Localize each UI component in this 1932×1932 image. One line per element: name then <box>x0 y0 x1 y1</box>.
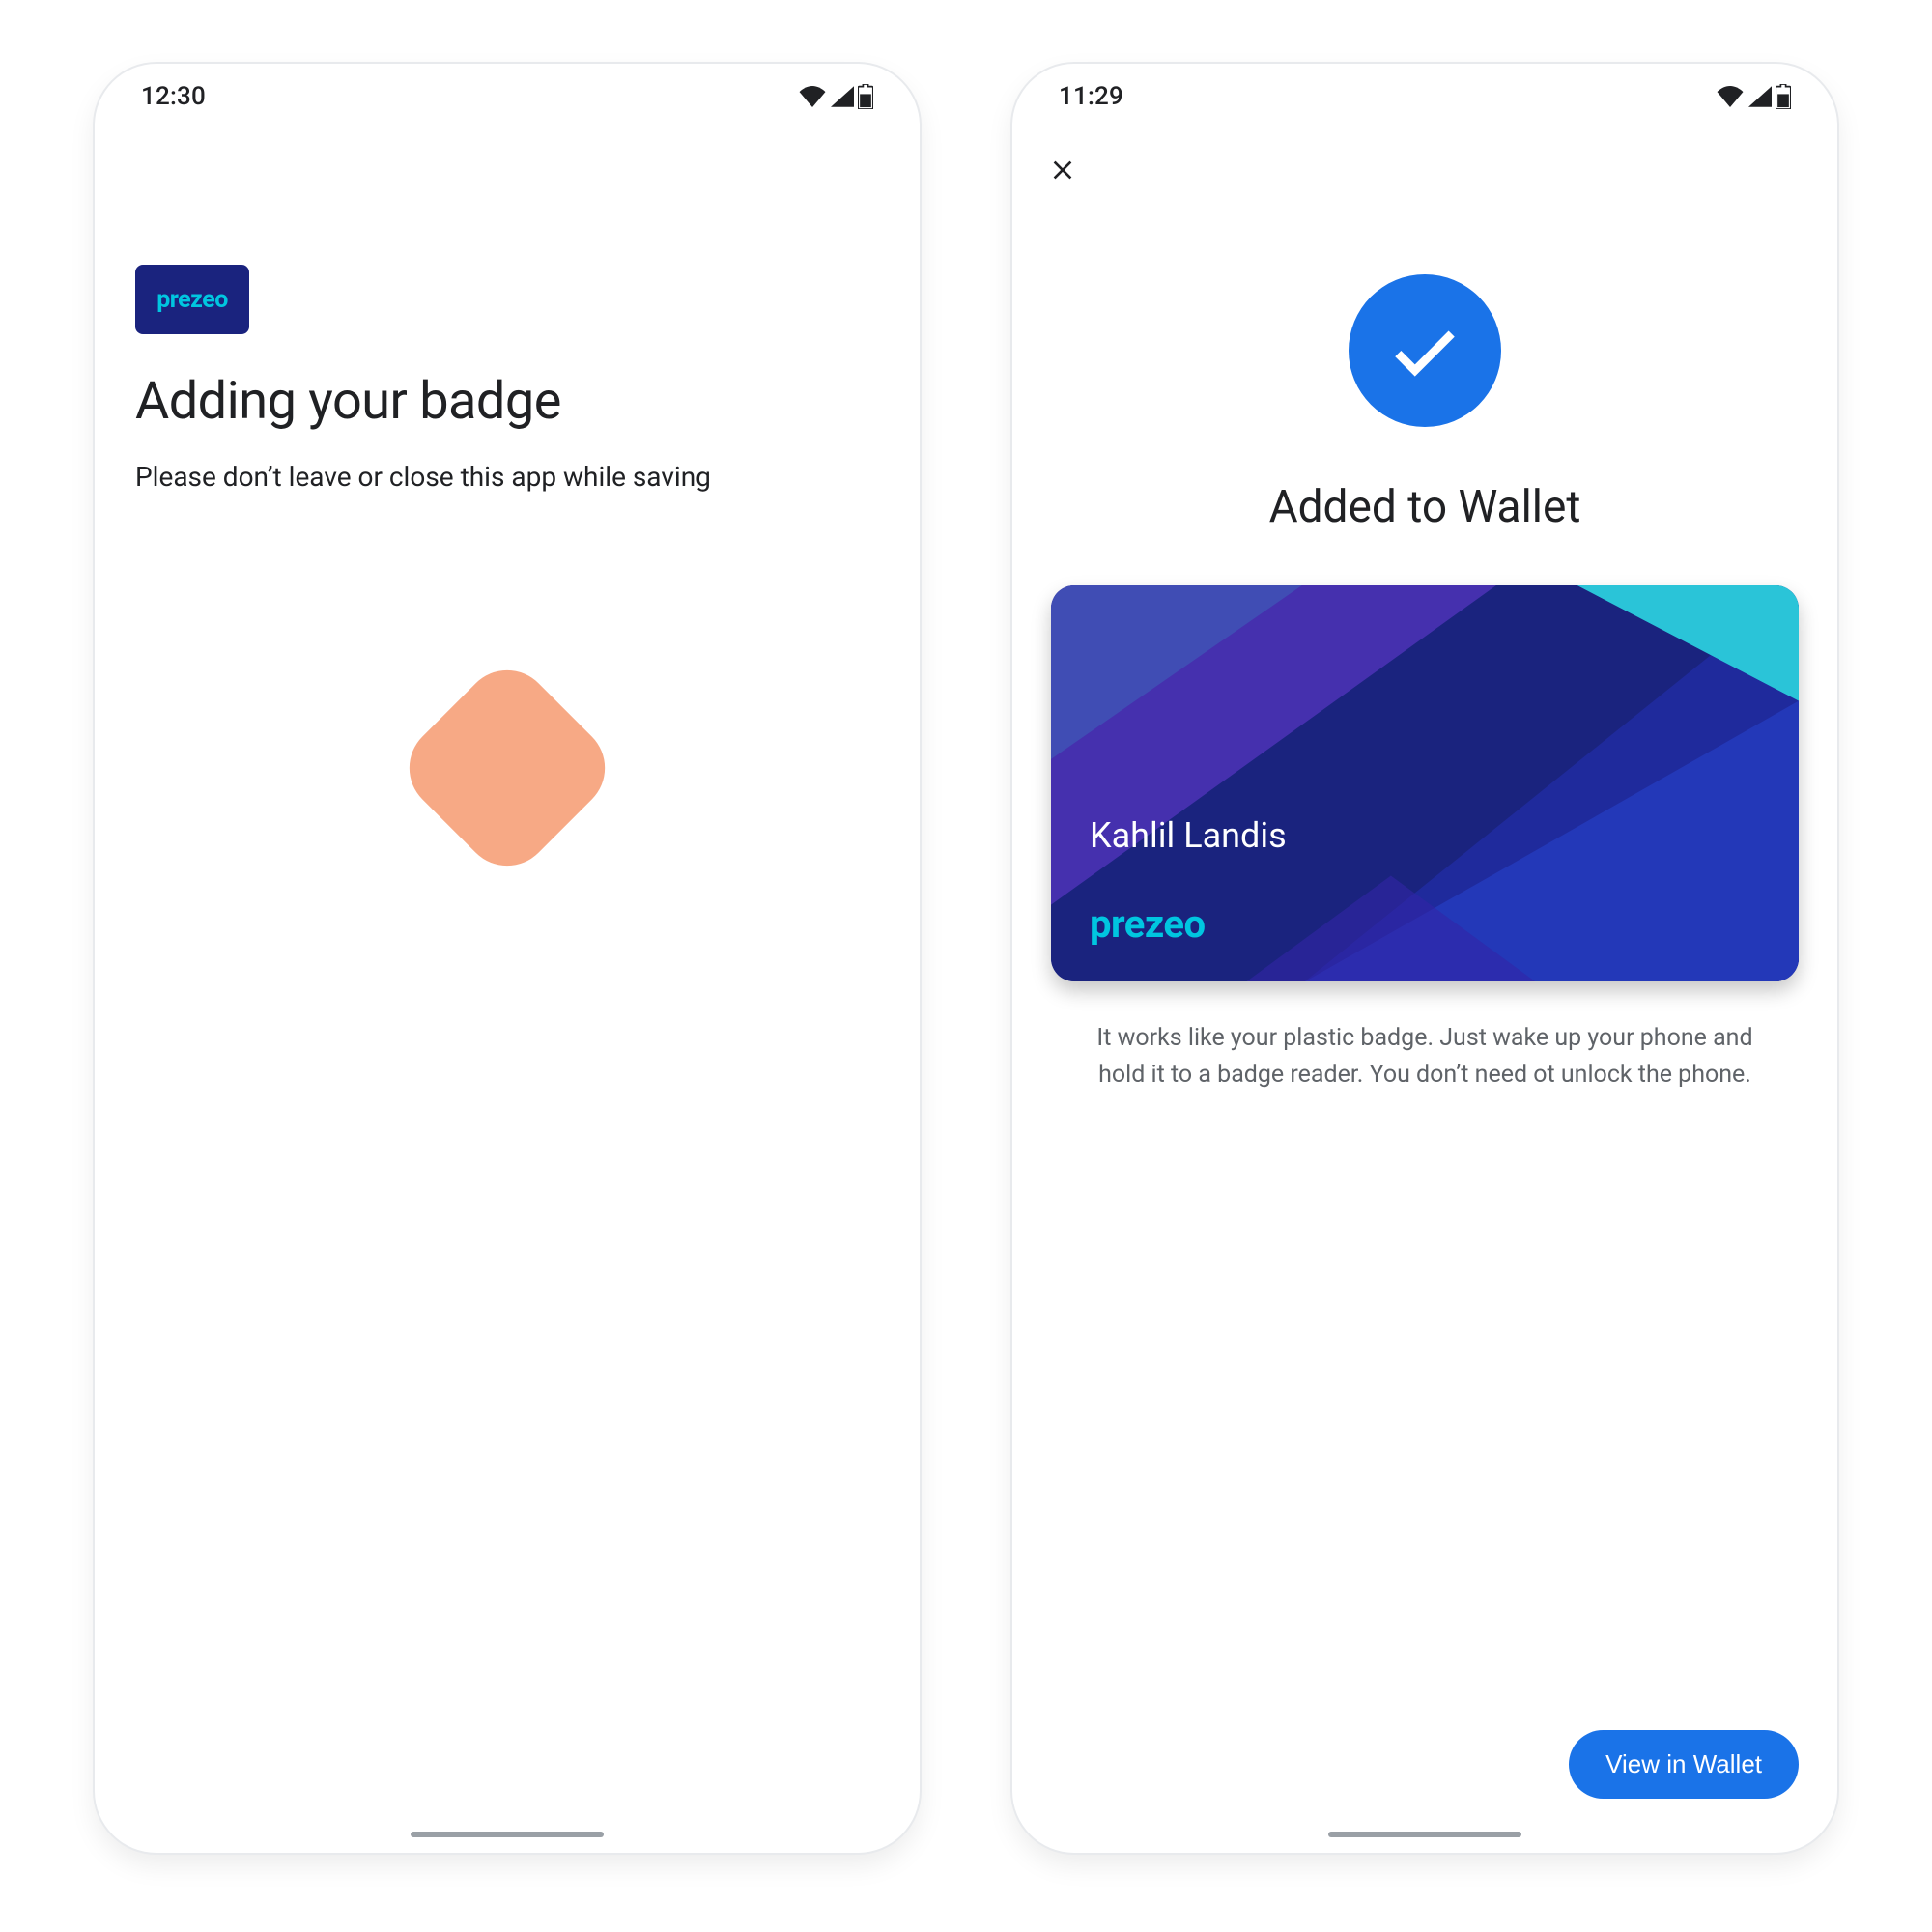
gesture-nav-bar[interactable] <box>1328 1832 1521 1837</box>
gesture-nav-bar[interactable] <box>411 1832 604 1837</box>
success-checkmark-badge <box>1349 274 1501 427</box>
brand-logo-chip: prezeo <box>135 265 249 334</box>
statusbar-icons <box>1716 84 1791 109</box>
battery-icon <box>858 84 873 109</box>
page-title: Adding your badge <box>135 371 879 432</box>
screen-content: prezeo Adding your badge Please don’t le… <box>95 129 920 850</box>
battery-icon <box>1776 84 1791 109</box>
footer-actions: View in Wallet <box>1569 1730 1799 1799</box>
checkmark-icon <box>1385 311 1464 390</box>
statusbar-time: 12:30 <box>141 82 206 111</box>
card-holder-name: Kahlil Landis <box>1090 815 1287 856</box>
phone-screen-adding-badge: 12:30 prezeo Adding your badge Please do… <box>95 64 920 1853</box>
view-in-wallet-button[interactable]: View in Wallet <box>1569 1730 1799 1799</box>
brand-logo-text: prezeo <box>156 286 228 314</box>
statusbar-icons <box>798 84 873 109</box>
wallet-card[interactable]: Kahlil Landis prezeo <box>1051 585 1799 981</box>
wifi-icon <box>798 86 827 107</box>
signal-icon <box>1748 86 1772 107</box>
wifi-icon <box>1716 86 1745 107</box>
signal-icon <box>831 86 854 107</box>
statusbar-time: 11:29 <box>1059 82 1123 111</box>
screen-content: Added to Wallet Kahlil Landis prezeo It … <box>1012 197 1837 1093</box>
page-subtitle: Please don’t leave or close this app whi… <box>135 461 879 493</box>
loading-spinner-icon <box>391 652 623 884</box>
instruction-text: It works like your plastic badge. Just w… <box>1078 1020 1772 1093</box>
card-brand-logo: prezeo <box>1090 901 1206 947</box>
close-icon <box>1047 155 1078 185</box>
statusbar: 11:29 <box>1012 64 1837 129</box>
topbar <box>1012 129 1837 197</box>
loading-indicator-wrap <box>135 686 879 850</box>
close-button[interactable] <box>1036 143 1090 197</box>
statusbar: 12:30 <box>95 64 920 129</box>
page-title: Added to Wallet <box>1269 481 1581 533</box>
phone-screen-added-to-wallet: 11:29 Added to Wallet <box>1012 64 1837 1853</box>
